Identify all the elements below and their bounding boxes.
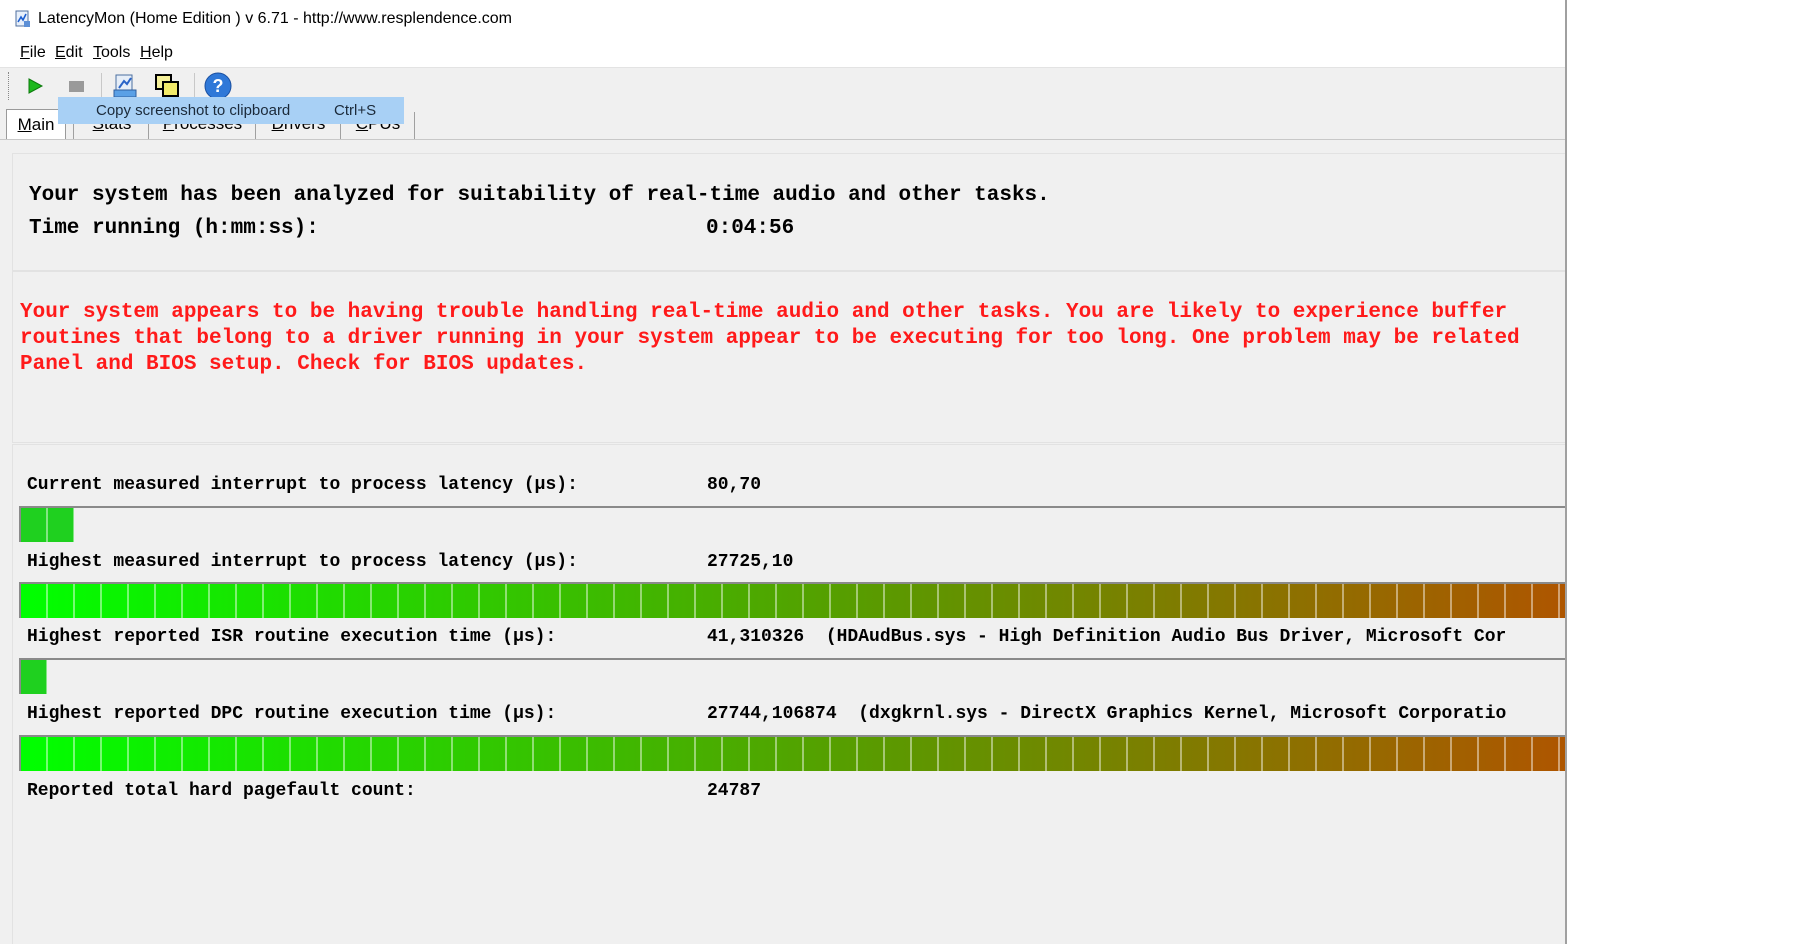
toolbar-tooltip: Copy screenshot to clipboard Ctrl+S [58,97,404,124]
latency-bar [19,506,1567,542]
toolbar-grip [8,72,11,100]
latency-bar-fill [21,584,1567,618]
metric-driver: (HDAudBus.sys - High Definition Audio Bu… [825,627,1507,647]
warning-line: routines that belong to a driver running… [20,327,1520,350]
latency-bar-fill [21,660,48,694]
toolbar-separator [101,73,102,99]
metric-value: 27725,10 [707,552,794,572]
metric-label: Highest reported ISR routine execution t… [27,627,557,647]
analyzed-text: Your system has been analyzed for suitab… [29,184,1050,207]
latencymon-window: LatencyMon (Home Edition ) v 6.71 - http… [0,0,1567,944]
time-running-label: Time running (h:mm:ss): [29,217,319,240]
tabs-baseline [0,139,1565,140]
app-icon [14,10,32,28]
metric-value: 27744,106874 (dxgkrnl.sys - DirectX Grap… [707,704,1507,724]
latency-bar [19,582,1567,618]
time-running-value: 0:04:56 [706,217,795,240]
metrics-panel: Current measured interrupt to process la… [12,444,1567,944]
tab-divider [414,112,415,140]
metric-label: Reported total hard pagefault count: [27,781,416,801]
title-bar: LatencyMon (Home Edition ) v 6.71 - http… [0,0,1565,40]
latency-bar [19,735,1567,771]
latency-bar-fill [21,737,1567,771]
desktop-background [1567,0,1807,944]
menu-edit[interactable]: Edit [55,44,83,62]
metric-driver: (dxgkrnl.sys - DirectX Graphics Kernel, … [858,704,1507,724]
menu-help[interactable]: Help [140,44,173,62]
summary-panel: Your system has been analyzed for suitab… [12,153,1567,271]
menu-tools[interactable]: Tools [93,44,130,62]
tooltip-label: Copy screenshot to clipboard [96,102,291,119]
play-icon[interactable] [20,71,50,101]
warning-panel: Your system appears to be having trouble… [12,271,1567,443]
metric-label: Current measured interrupt to process la… [27,475,578,495]
metric-value: 80,70 [707,475,762,495]
latency-bar-fill [21,508,74,542]
toolbar-separator [194,73,195,99]
svg-text:?: ? [213,76,224,96]
tooltip-shortcut: Ctrl+S [334,102,377,119]
metric-value: 41,310326 (HDAudBus.sys - High Definitio… [707,627,1507,647]
menu-file[interactable]: File [20,44,46,62]
metric-value: 24787 [707,781,762,801]
latency-bar [19,658,1567,694]
tab-main[interactable]: Main [6,109,66,140]
metric-label: Highest measured interrupt to process la… [27,552,578,572]
warning-line: Panel and BIOS setup. Check for BIOS upd… [20,353,588,376]
menu-bar: File Edit Tools Help [0,40,1565,68]
window-title: LatencyMon (Home Edition ) v 6.71 - http… [38,10,512,27]
metric-label: Highest reported DPC routine execution t… [27,704,557,724]
warning-line: Your system appears to be having trouble… [20,301,1508,324]
